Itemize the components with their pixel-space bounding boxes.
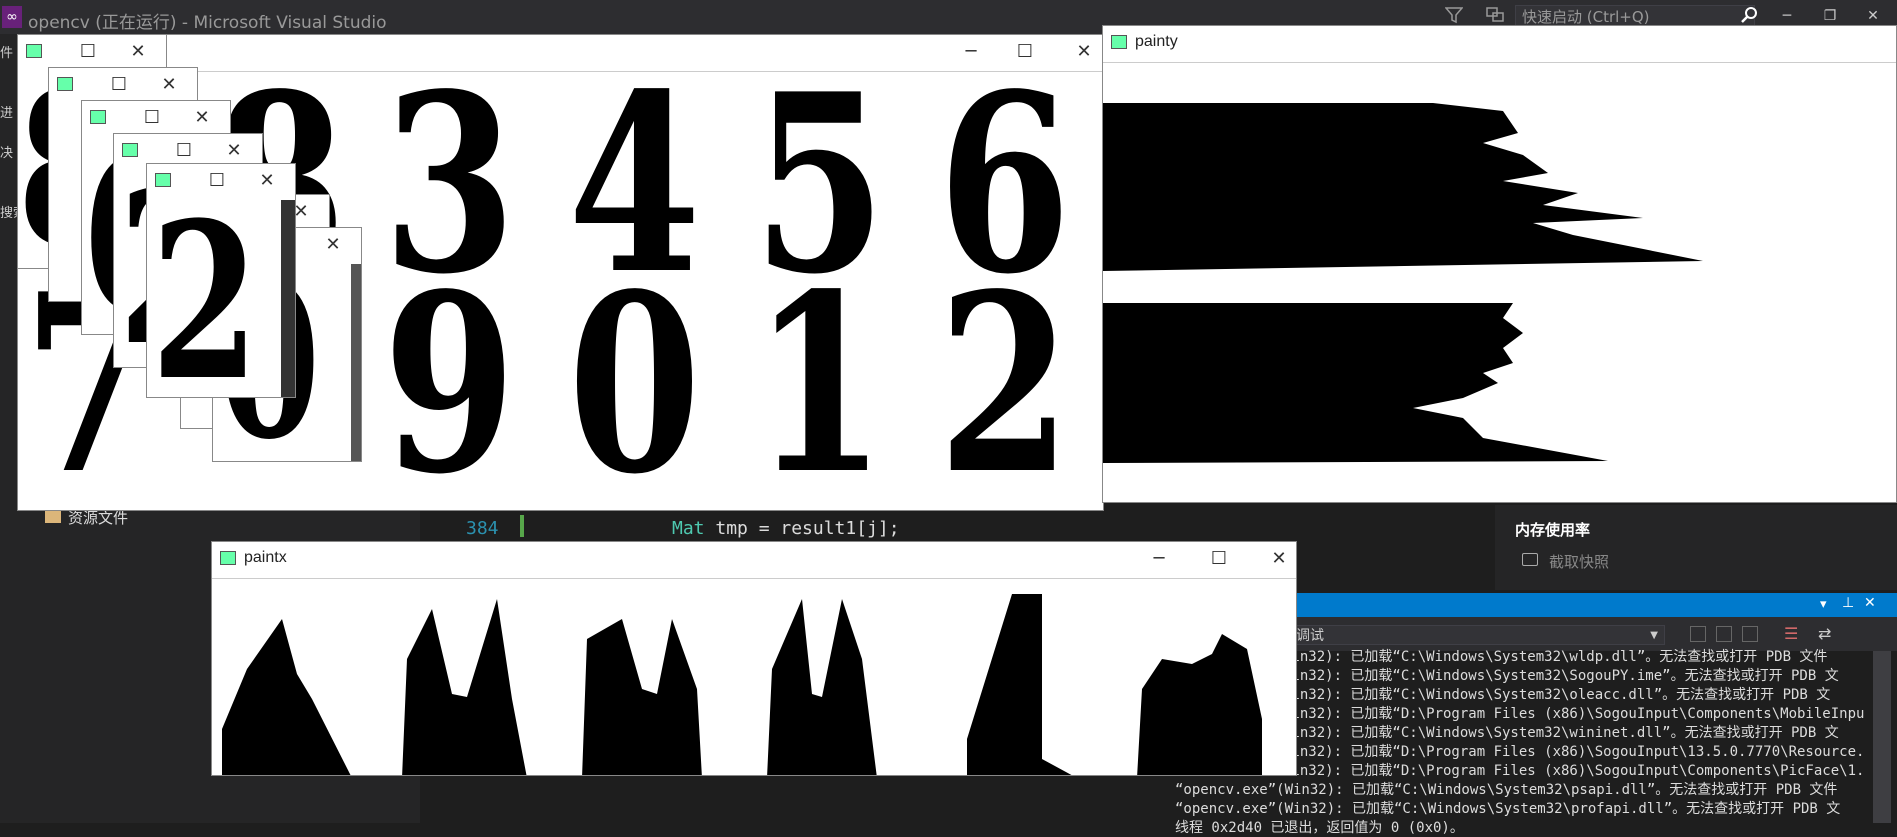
app-icon [57, 77, 73, 91]
close-button[interactable]: ✕ [187, 105, 217, 131]
code-type: Mat [672, 518, 705, 539]
vs-maximize-button[interactable]: ❐ [1815, 5, 1845, 27]
output-line: “opencv.exe”(Win32): 已加载“C:\Windows\Syst… [1175, 801, 1841, 817]
output-line: Win32): 已加载“D:\Program Files (x86)\Sogou… [1283, 706, 1865, 722]
menu-fragment[interactable]: 件 [0, 42, 18, 61]
menu-fragment[interactable]: 进 [0, 102, 18, 121]
vs-minimize-button[interactable]: ─ [1772, 5, 1802, 27]
app-icon [220, 551, 236, 565]
output-header [1295, 593, 1897, 617]
filter-icon[interactable] [1445, 6, 1463, 24]
digit: 9 [383, 240, 516, 511]
digit: 2 [151, 175, 259, 398]
close-button[interactable]: ✕ [318, 232, 348, 258]
word-wrap-icon[interactable]: ⇄ [1818, 624, 1831, 643]
camera-icon[interactable] [1522, 553, 1538, 566]
output-line: Win32): 已加载“C:\Windows\System32\SogouPY.… [1283, 668, 1839, 684]
change-marker [520, 515, 524, 537]
window-title: painty [1135, 33, 1178, 50]
output-line: Win32): 已加载“D:\Program Files (x86)\Sogou… [1283, 744, 1865, 760]
close-button[interactable]: ✕ [1264, 546, 1294, 572]
window-titlebar[interactable] [1103, 26, 1896, 60]
code-text: tmp = result1[j]; [704, 518, 900, 539]
digit: 0 [568, 240, 701, 511]
toolbar-icon[interactable] [1716, 626, 1732, 642]
window-title: paintx [244, 549, 287, 566]
minimize-button[interactable]: ─ [1144, 546, 1174, 572]
output-line: “opencv.exe”(Win32): 已加载“C:\Windows\Syst… [1175, 782, 1838, 798]
vs-window-title: opencv (正在运行) - Microsoft Visual Studio [28, 13, 387, 33]
vertical-projection [222, 594, 1262, 775]
vs-close-button[interactable]: ✕ [1858, 5, 1888, 27]
output-line: Win32): 已加载“C:\Windows\System32\wldp.dll… [1283, 649, 1828, 665]
toolbar-icon[interactable] [1690, 626, 1706, 642]
close-button[interactable]: ✕ [219, 138, 249, 164]
chevron-down-icon: ▼ [1650, 630, 1658, 641]
output-source-select[interactable]: 调试 ▼ [1295, 625, 1665, 645]
paintx-window: paintx ─ ☐ ✕ [211, 541, 1297, 776]
output-source-value: 调试 [1296, 628, 1324, 644]
search-icon[interactable] [1740, 6, 1758, 24]
snapshot-button[interactable]: 截取快照 [1549, 551, 1609, 572]
image-edge [351, 264, 361, 461]
menu-fragment[interactable]: 决 [0, 142, 18, 161]
close-button[interactable]: ✕ [1069, 39, 1099, 65]
clear-all-icon[interactable]: ☰ [1784, 624, 1798, 643]
output-scrollbar[interactable] [1873, 651, 1891, 823]
code-line[interactable]: Mat tmp = result1[j]; [672, 518, 900, 539]
maximize-button[interactable]: ☐ [1204, 546, 1234, 572]
close-icon[interactable]: ✕ [1864, 595, 1876, 611]
horizontal-projection [1103, 103, 1703, 463]
paintx-image [212, 578, 1296, 775]
vs-logo-icon: ∞ [2, 6, 22, 28]
window-titlebar[interactable] [212, 542, 1296, 576]
digit: 1 [753, 240, 886, 511]
quick-launch-input[interactable]: 快速启动 (Ctrl+Q) [1515, 5, 1755, 27]
output-line: Win32): 已加载“C:\Windows\System32\wininet.… [1283, 725, 1839, 741]
pin-icon[interactable]: ⊥ [1842, 595, 1854, 611]
roi-window-front: ☐ ✕ 2 [146, 163, 296, 398]
memory-usage-label: 内存使用率 [1515, 521, 1591, 539]
painty-image [1103, 62, 1896, 502]
feedback-icon[interactable] [1485, 6, 1505, 24]
output-line: Win32): 已加载“D:\Program Files (x86)\Sogou… [1283, 763, 1865, 779]
dropdown-icon[interactable]: ▾ [1820, 597, 1827, 612]
search-fragment[interactable]: 搜索 [0, 202, 18, 221]
app-icon [1111, 35, 1127, 49]
diagnostics-panel [1495, 505, 1897, 590]
toolbar-icon[interactable] [1742, 626, 1758, 642]
line-number: 384 [466, 518, 499, 539]
close-button[interactable]: ✕ [123, 39, 153, 65]
folder-icon [45, 509, 61, 523]
output-line: Win32): 已加载“C:\Windows\System32\oleacc.d… [1283, 687, 1831, 703]
image-edge [281, 200, 295, 397]
painty-window: painty [1102, 25, 1897, 503]
digit: 2 [938, 240, 1071, 511]
output-line: 线程 0x2d40 已退出，返回值为 0 (0x0)。 [1175, 820, 1464, 836]
